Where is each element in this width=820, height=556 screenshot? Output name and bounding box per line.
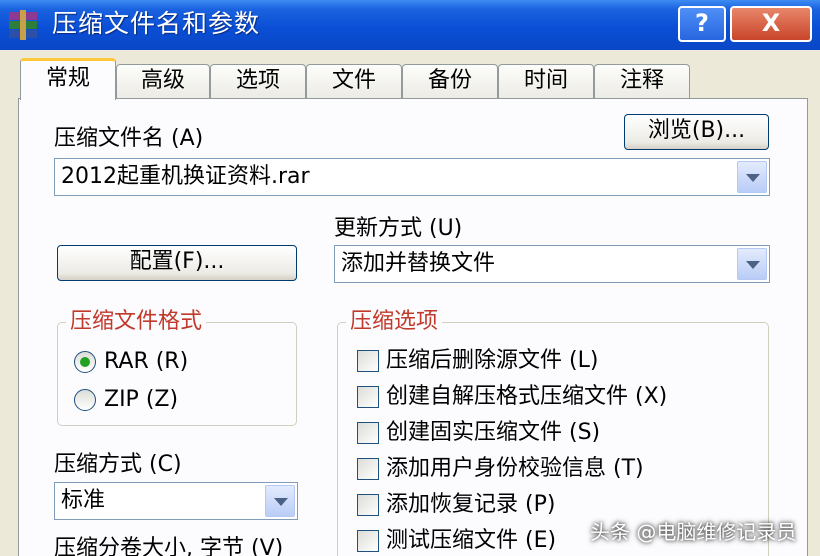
title-bar: 压缩文件名和参数 ? X — [0, 0, 820, 50]
test-archive-label[interactable]: 测试压缩文件 (E) — [386, 526, 556, 556]
sfx-checkbox[interactable] — [357, 386, 379, 408]
authenticity-label[interactable]: 添加用户身份校验信息 (T) — [386, 454, 644, 484]
update-mode-value[interactable]: 添加并替换文件 — [341, 248, 495, 280]
compression-method-label: 压缩方式 (C) — [54, 452, 182, 477]
zip-label[interactable]: ZIP (Z) — [104, 385, 178, 415]
browse-button[interactable]: 浏览(B)... — [624, 114, 769, 150]
zip-radio[interactable] — [74, 389, 96, 411]
authenticity-checkbox[interactable] — [357, 458, 379, 480]
window-title: 压缩文件名和参数 — [52, 9, 261, 38]
help-button[interactable]: ? — [678, 6, 726, 42]
update-mode-label: 更新方式 (U) — [334, 216, 463, 241]
tab-comment[interactable]: 注释 — [594, 64, 690, 98]
recovery-record-checkbox[interactable] — [357, 494, 379, 516]
tab-options[interactable]: 选项 — [210, 64, 306, 98]
update-mode-select[interactable]: 添加并替换文件 — [334, 245, 770, 283]
tab-backup[interactable]: 备份 — [402, 64, 498, 98]
compression-method-select[interactable]: 标准 — [54, 482, 298, 520]
archive-name-combo[interactable]: 2012起重机换证资料.rar — [54, 158, 770, 196]
test-archive-checkbox[interactable] — [357, 530, 379, 552]
chevron-down-icon[interactable] — [737, 248, 767, 280]
compression-method-value[interactable]: 标准 — [61, 485, 105, 517]
profiles-button[interactable]: 配置(F)... — [57, 245, 297, 281]
tab-general[interactable]: 常规 — [20, 58, 116, 100]
archive-format-title: 压缩文件格式 — [66, 308, 207, 336]
rar-label[interactable]: RAR (R) — [104, 347, 188, 377]
tab-advanced[interactable]: 高级 — [116, 64, 210, 98]
split-volume-label: 压缩分卷大小, 字节 (V) — [54, 536, 284, 556]
chevron-down-icon[interactable] — [737, 161, 767, 193]
winrar-icon — [9, 10, 37, 40]
archive-options-title: 压缩选项 — [346, 308, 443, 336]
solid-checkbox[interactable] — [357, 422, 379, 444]
sfx-label[interactable]: 创建自解压格式压缩文件 (X) — [386, 382, 667, 412]
watermark: 头条 @电脑维修记录员 — [590, 520, 797, 544]
rar-radio[interactable] — [74, 351, 96, 373]
delete-after-checkbox[interactable] — [357, 350, 379, 372]
tab-time[interactable]: 时间 — [498, 64, 594, 98]
archive-name-label: 压缩文件名 (A) — [54, 126, 204, 151]
close-button[interactable]: X — [730, 6, 812, 42]
delete-after-label[interactable]: 压缩后删除源文件 (L) — [386, 346, 598, 376]
tab-files[interactable]: 文件 — [306, 64, 402, 98]
archive-name-value[interactable]: 2012起重机换证资料.rar — [61, 161, 310, 193]
solid-label[interactable]: 创建固实压缩文件 (S) — [386, 418, 600, 448]
chevron-down-icon[interactable] — [265, 485, 295, 517]
recovery-record-label[interactable]: 添加恢复记录 (P) — [386, 490, 555, 520]
